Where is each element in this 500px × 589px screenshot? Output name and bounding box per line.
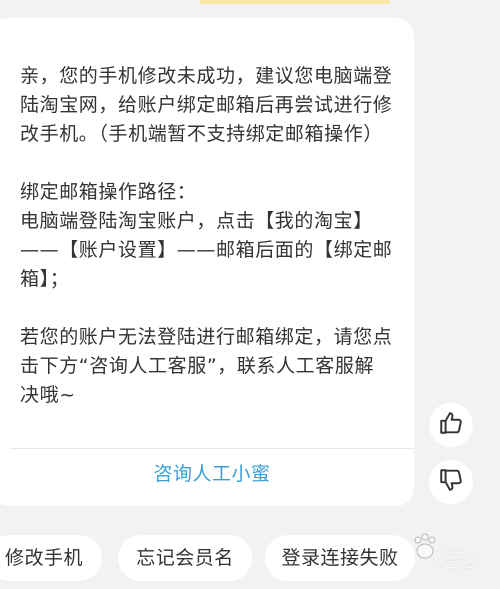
like-button[interactable] bbox=[429, 403, 473, 447]
thumbs-down-icon bbox=[438, 467, 464, 497]
dislike-button[interactable] bbox=[429, 460, 473, 504]
bot-message-text: 亲，您的手机修改未成功，建议您电脑端登 陆淘宝网，给账户绑定邮箱后再尝试进行修 … bbox=[20, 62, 410, 410]
quick-reply-bar: 修改手机 忘记会员名 登录连接失败 bbox=[0, 535, 500, 581]
message-line: 若您的账户无法登陆进行邮箱绑定，请您点 bbox=[20, 326, 393, 348]
quick-reply-chip[interactable]: 登录连接失败 bbox=[265, 535, 415, 581]
message-line: 改手机。（手机端暂不支持绑定邮箱操作） bbox=[20, 123, 383, 145]
message-line: 电脑端登陆淘宝账户，点击【我的淘宝】 bbox=[20, 210, 373, 232]
message-line: 击下方“咨询人工客服”，联系人工客服解 bbox=[20, 355, 375, 377]
message-line: ——【账户设置】——邮箱后面的【绑定邮 bbox=[20, 239, 393, 261]
quick-reply-chip[interactable]: 忘记会员名 bbox=[118, 535, 252, 581]
quick-reply-chip[interactable]: 修改手机 bbox=[0, 535, 102, 581]
thumbs-up-icon bbox=[438, 410, 464, 440]
message-line: 决哦~ bbox=[20, 384, 76, 406]
message-line: 亲，您的手机修改未成功，建议您电脑端登 bbox=[20, 65, 393, 87]
message-line: 箱】； bbox=[20, 268, 70, 290]
message-line: 陆淘宝网，给账户绑定邮箱后再尝试进行修 bbox=[20, 94, 393, 116]
message-line: 绑定邮箱操作路径： bbox=[20, 181, 197, 203]
top-accent-strip bbox=[200, 0, 390, 4]
card-divider bbox=[10, 448, 414, 449]
consult-human-link[interactable]: 咨询人工小蜜 bbox=[10, 460, 414, 488]
